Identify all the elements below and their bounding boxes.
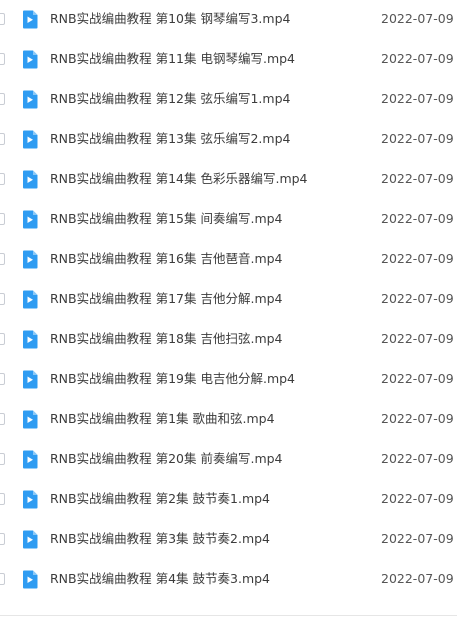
file-date: 2022-07-09 1 xyxy=(381,91,457,106)
file-row[interactable]: RNB实战编曲教程 第13集 弦乐编写2.mp4 2022-07-09 1 xyxy=(0,120,457,160)
video-file-icon xyxy=(22,130,38,149)
row-checkbox[interactable] xyxy=(0,93,5,105)
file-row[interactable]: RNB实战编曲教程 第12集 弦乐编写1.mp4 2022-07-09 1 xyxy=(0,80,457,120)
file-date: 2022-07-09 1 xyxy=(381,11,457,26)
video-file-icon xyxy=(22,450,38,469)
video-file-icon xyxy=(22,330,38,349)
file-date: 2022-07-09 1 xyxy=(381,331,457,346)
file-row[interactable]: RNB实战编曲教程 第15集 间奏编写.mp4 2022-07-09 1 xyxy=(0,200,457,240)
row-checkbox[interactable] xyxy=(0,253,5,265)
file-name[interactable]: RNB实战编曲教程 第4集 鼓节奏3.mp4 xyxy=(50,571,270,587)
file-row[interactable]: RNB实战编曲教程 第18集 吉他扫弦.mp4 2022-07-09 1 xyxy=(0,320,457,360)
file-row[interactable]: RNB实战编曲教程 第3集 鼓节奏2.mp4 2022-07-09 1 xyxy=(0,520,457,560)
video-file-icon xyxy=(22,570,38,589)
file-name[interactable]: RNB实战编曲教程 第20集 前奏编写.mp4 xyxy=(50,451,283,467)
file-name[interactable]: RNB实战编曲教程 第19集 电吉他分解.mp4 xyxy=(50,371,295,387)
row-checkbox[interactable] xyxy=(0,573,5,585)
row-checkbox[interactable] xyxy=(0,53,5,65)
file-date: 2022-07-09 1 xyxy=(381,291,457,306)
video-file-icon xyxy=(22,370,38,389)
video-file-icon xyxy=(22,90,38,109)
file-date: 2022-07-09 1 xyxy=(381,211,457,226)
file-name[interactable]: RNB实战编曲教程 第1集 歌曲和弦.mp4 xyxy=(50,411,275,427)
row-checkbox[interactable] xyxy=(0,133,5,145)
file-name[interactable]: RNB实战编曲教程 第16集 吉他琶音.mp4 xyxy=(50,251,283,267)
file-name[interactable]: RNB实战编曲教程 第18集 吉他扫弦.mp4 xyxy=(50,331,283,347)
row-checkbox[interactable] xyxy=(0,13,5,25)
video-file-icon xyxy=(22,250,38,269)
file-date: 2022-07-09 1 xyxy=(381,51,457,66)
file-row[interactable]: RNB实战编曲教程 第2集 鼓节奏1.mp4 2022-07-09 1 xyxy=(0,480,457,520)
file-name[interactable]: RNB实战编曲教程 第2集 鼓节奏1.mp4 xyxy=(50,491,270,507)
file-date: 2022-07-09 1 xyxy=(381,371,457,386)
file-date: 2022-07-09 1 xyxy=(381,531,457,546)
file-row[interactable]: RNB实战编曲教程 第1集 歌曲和弦.mp4 2022-07-09 1 xyxy=(0,400,457,440)
row-checkbox[interactable] xyxy=(0,213,5,225)
video-file-icon xyxy=(22,210,38,229)
row-checkbox[interactable] xyxy=(0,493,5,505)
file-row[interactable]: RNB实战编曲教程 第10集 钢琴编写3.mp4 2022-07-09 1 xyxy=(0,0,457,40)
file-name[interactable]: RNB实战编曲教程 第11集 电钢琴编写.mp4 xyxy=(50,51,295,67)
file-row[interactable]: RNB实战编曲教程 第20集 前奏编写.mp4 2022-07-09 1 xyxy=(0,440,457,480)
file-date: 2022-07-09 1 xyxy=(381,171,457,186)
video-file-icon xyxy=(22,170,38,189)
file-date: 2022-07-09 1 xyxy=(381,131,457,146)
list-divider xyxy=(0,615,457,616)
file-date: 2022-07-09 1 xyxy=(381,451,457,466)
file-row[interactable]: RNB实战编曲教程 第14集 色彩乐器编写.mp4 2022-07-09 1 xyxy=(0,160,457,200)
video-file-icon xyxy=(22,490,38,509)
file-date: 2022-07-09 1 xyxy=(381,411,457,426)
file-name[interactable]: RNB实战编曲教程 第12集 弦乐编写1.mp4 xyxy=(50,91,290,107)
file-date: 2022-07-09 1 xyxy=(381,571,457,586)
file-date: 2022-07-09 1 xyxy=(381,491,457,506)
file-name[interactable]: RNB实战编曲教程 第15集 间奏编写.mp4 xyxy=(50,211,283,227)
row-checkbox[interactable] xyxy=(0,333,5,345)
file-row[interactable]: RNB实战编曲教程 第19集 电吉他分解.mp4 2022-07-09 1 xyxy=(0,360,457,400)
row-checkbox[interactable] xyxy=(0,453,5,465)
file-row[interactable]: RNB实战编曲教程 第11集 电钢琴编写.mp4 2022-07-09 1 xyxy=(0,40,457,80)
file-list: RNB实战编曲教程 第10集 钢琴编写3.mp42022-07-09 1RNB实… xyxy=(0,0,457,624)
file-row[interactable]: RNB实战编曲教程 第4集 鼓节奏3.mp4 2022-07-09 1 xyxy=(0,560,457,600)
file-name[interactable]: RNB实战编曲教程 第13集 弦乐编写2.mp4 xyxy=(50,131,290,147)
row-checkbox[interactable] xyxy=(0,373,5,385)
row-checkbox[interactable] xyxy=(0,173,5,185)
file-name[interactable]: RNB实战编曲教程 第17集 吉他分解.mp4 xyxy=(50,291,283,307)
file-date: 2022-07-09 1 xyxy=(381,251,457,266)
video-file-icon xyxy=(22,530,38,549)
file-name[interactable]: RNB实战编曲教程 第14集 色彩乐器编写.mp4 xyxy=(50,171,308,187)
video-file-icon xyxy=(22,10,38,29)
video-file-icon xyxy=(22,410,38,429)
row-checkbox[interactable] xyxy=(0,533,5,545)
file-row[interactable]: RNB实战编曲教程 第17集 吉他分解.mp4 2022-07-09 1 xyxy=(0,280,457,320)
file-name[interactable]: RNB实战编曲教程 第10集 钢琴编写3.mp4 xyxy=(50,11,290,27)
row-checkbox[interactable] xyxy=(0,293,5,305)
video-file-icon xyxy=(22,290,38,309)
file-name[interactable]: RNB实战编曲教程 第3集 鼓节奏2.mp4 xyxy=(50,531,270,547)
row-checkbox[interactable] xyxy=(0,413,5,425)
video-file-icon xyxy=(22,50,38,69)
file-row[interactable]: RNB实战编曲教程 第16集 吉他琶音.mp4 2022-07-09 1 xyxy=(0,240,457,280)
